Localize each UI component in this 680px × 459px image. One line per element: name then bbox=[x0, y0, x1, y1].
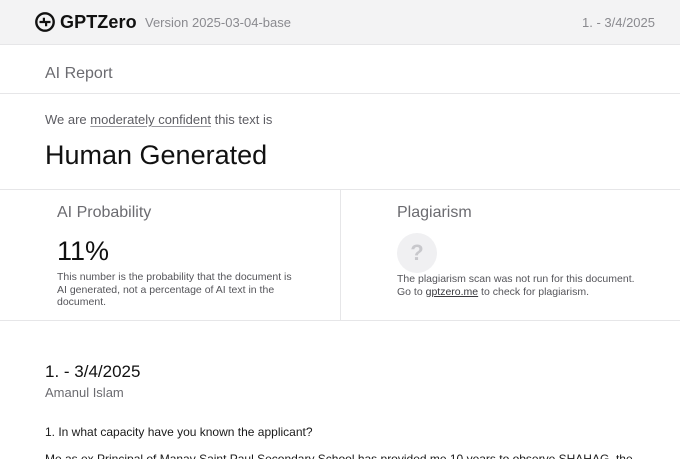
ai-report-page: GPTZero Version 2025-03-04-base 1. - 3/4… bbox=[0, 0, 680, 459]
plagiarism-note-suffix: to check for plagiarism. bbox=[478, 285, 590, 298]
metrics-section: AI Probability 11% This number is the pr… bbox=[0, 190, 680, 321]
gptzero-logo-icon bbox=[35, 12, 55, 32]
question-mark-icon: ? bbox=[397, 233, 437, 273]
plagiarism-note: The plagiarism scan was not run for this… bbox=[397, 273, 637, 298]
verdict-label: Human Generated bbox=[45, 140, 268, 170]
version-label: Version 2025-03-04-base bbox=[145, 15, 291, 30]
document-reference: 1. - 3/4/2025 bbox=[582, 15, 655, 30]
brand[interactable]: GPTZero bbox=[34, 11, 137, 33]
confidence-statement: We are moderately confident this text is bbox=[45, 112, 272, 128]
document-answer: Me as ex Principal of Manav Saint Paul S… bbox=[45, 452, 633, 459]
document-question: 1. In what capacity have you known the a… bbox=[45, 425, 313, 439]
ai-probability-note: This number is the probability that the … bbox=[57, 271, 292, 308]
document-author: Amanul Islam bbox=[45, 385, 124, 400]
header-bar: GPTZero Version 2025-03-04-base 1. - 3/4… bbox=[0, 0, 680, 45]
report-title: AI Report bbox=[45, 65, 113, 82]
gptzero-link[interactable]: gptzero.me bbox=[426, 286, 479, 298]
metrics-divider bbox=[340, 190, 341, 321]
confidence-level[interactable]: moderately confident bbox=[90, 112, 211, 127]
ai-probability-value: 11% bbox=[57, 236, 110, 266]
document-heading: 1. - 3/4/2025 bbox=[45, 362, 141, 381]
ai-probability-title: AI Probability bbox=[57, 204, 152, 221]
brand-name: GPTZero bbox=[60, 12, 137, 32]
report-title-row: AI Report bbox=[0, 45, 680, 94]
confidence-suffix: this text is bbox=[210, 112, 273, 127]
verdict-section: We are moderately confident this text is… bbox=[0, 94, 680, 190]
plagiarism-title: Plagiarism bbox=[397, 204, 472, 221]
confidence-prefix: We are bbox=[45, 112, 91, 127]
